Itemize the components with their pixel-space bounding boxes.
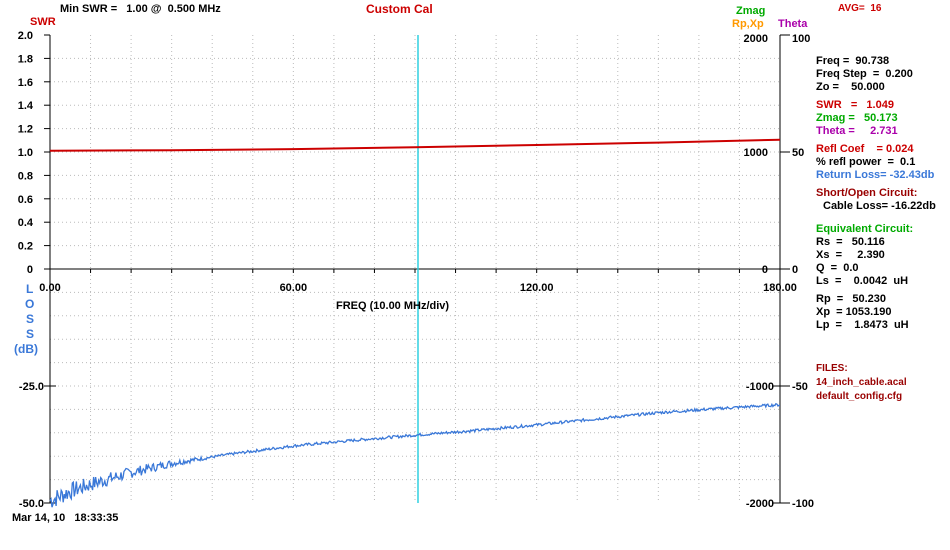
- equivalent-circuit-title: Equivalent Circuit:: [816, 223, 914, 235]
- theta-tick-label: 100: [792, 33, 810, 45]
- swr-tick-label: 0: [27, 264, 33, 276]
- loss-letter: O: [25, 297, 35, 311]
- cable-loss-readout: Cable Loss= -16.22db: [823, 200, 936, 212]
- xp-readout: Xp = 1053.190: [816, 306, 892, 318]
- theta-tick-label: 0: [792, 264, 798, 276]
- loss-tick-label: -25.0: [19, 381, 44, 393]
- x-tick-label: 180.00: [763, 282, 797, 294]
- loss-tick-label: -50.0: [19, 498, 44, 510]
- lp-readout: Lp = 1.8473 uH: [816, 319, 909, 331]
- x-tick-label: 120.00: [520, 282, 554, 294]
- loss-letter: S: [26, 312, 35, 326]
- swr-tick-label: 0.6: [18, 194, 33, 206]
- zo-readout: Zo = 50.000: [816, 81, 885, 93]
- theta-readout: Theta = 2.731: [816, 125, 898, 137]
- swr-tick-label: 0.2: [18, 241, 33, 253]
- zmag-tick-label: 2000: [744, 33, 768, 45]
- theta-tick-label: -50: [792, 381, 808, 393]
- plot-area: 2.0 1.8 1.6 1.4 1.2 1.0 0.8 0.6 0.4 0.2 0 0.00 60.00…: [18, 30, 814, 510]
- refl-coef-readout: Refl Coef = 0.024: [816, 143, 914, 155]
- freq-division-label: FREQ (10.00 MHz/div): [336, 300, 450, 312]
- swr-analyzer-screen: 2.0 1.8 1.6 1.4 1.2 1.0 0.8 0.6 0.4 0.2 0 0.00 60.00…: [0, 0, 950, 550]
- zmag-tick-label: 0: [762, 264, 768, 276]
- swr-tick-label: 0.8: [18, 170, 33, 182]
- x-tick-label: 60.00: [280, 282, 308, 294]
- swr-trace: [49, 138, 781, 152]
- swr-tick-label: 1.6: [18, 77, 33, 89]
- timestamp: Mar 14, 10 18:33:35: [12, 512, 119, 524]
- swr-tick-label: 0.4: [18, 217, 34, 229]
- swr-readout: SWR = 1.049: [816, 99, 894, 111]
- files-title: FILES:: [816, 363, 848, 374]
- loss-letter: S: [26, 327, 35, 341]
- theta-tick-label: -100: [792, 498, 814, 510]
- file-cable-cal[interactable]: 14_inch_cable.acal: [816, 376, 907, 389]
- theta-tick-label: 50: [792, 147, 804, 159]
- zmag-tick-label: 1000: [744, 147, 768, 159]
- return-loss-readout: Return Loss= -32.43db: [816, 169, 935, 181]
- rpxp-tick-label: -2000: [746, 498, 774, 510]
- swr-tick-label: 1.0: [18, 147, 33, 159]
- loss-letter: L: [26, 282, 34, 296]
- swr-axis-title: SWR: [30, 16, 56, 28]
- zmag-readout: Zmag = 50.173: [816, 112, 898, 124]
- swr-tick-label: 1.2: [18, 124, 33, 136]
- theta-axis-title: Theta: [778, 18, 808, 30]
- min-swr-readout: Min SWR = 1.00 @ 0.500 MHz: [60, 3, 221, 15]
- refl-power-readout: % refl power = 0.1: [816, 156, 916, 168]
- freq-step-readout: Freq Step = 0.200: [816, 68, 913, 80]
- freq-readout: Freq = 90.738: [816, 55, 890, 67]
- swr-tick-label: 2.0: [18, 30, 33, 42]
- rpxp-tick-label: -1000: [746, 381, 774, 393]
- loss-unit: (dB): [14, 342, 38, 356]
- xs-readout: Xs = 2.390: [816, 249, 885, 261]
- rs-readout: Rs = 50.116: [816, 236, 885, 248]
- rpxp-axis-title: Rp,Xp: [732, 18, 764, 30]
- avg-readout: AVG= 16: [838, 3, 882, 14]
- ls-readout: Ls = 0.0042 uH: [816, 275, 909, 287]
- q-readout: Q = 0.0: [816, 262, 859, 274]
- rp-readout: Rp = 50.230: [816, 293, 887, 305]
- cal-mode-label: Custom Cal: [366, 2, 433, 16]
- swr-tick-label: 1.4: [18, 100, 34, 112]
- file-config[interactable]: default_config.cfg: [816, 390, 902, 403]
- x-tick-label: 0.00: [39, 282, 60, 294]
- short-open-title: Short/Open Circuit:: [816, 187, 918, 199]
- zmag-axis-title: Zmag: [736, 5, 766, 17]
- swr-tick-label: 1.8: [18, 53, 33, 65]
